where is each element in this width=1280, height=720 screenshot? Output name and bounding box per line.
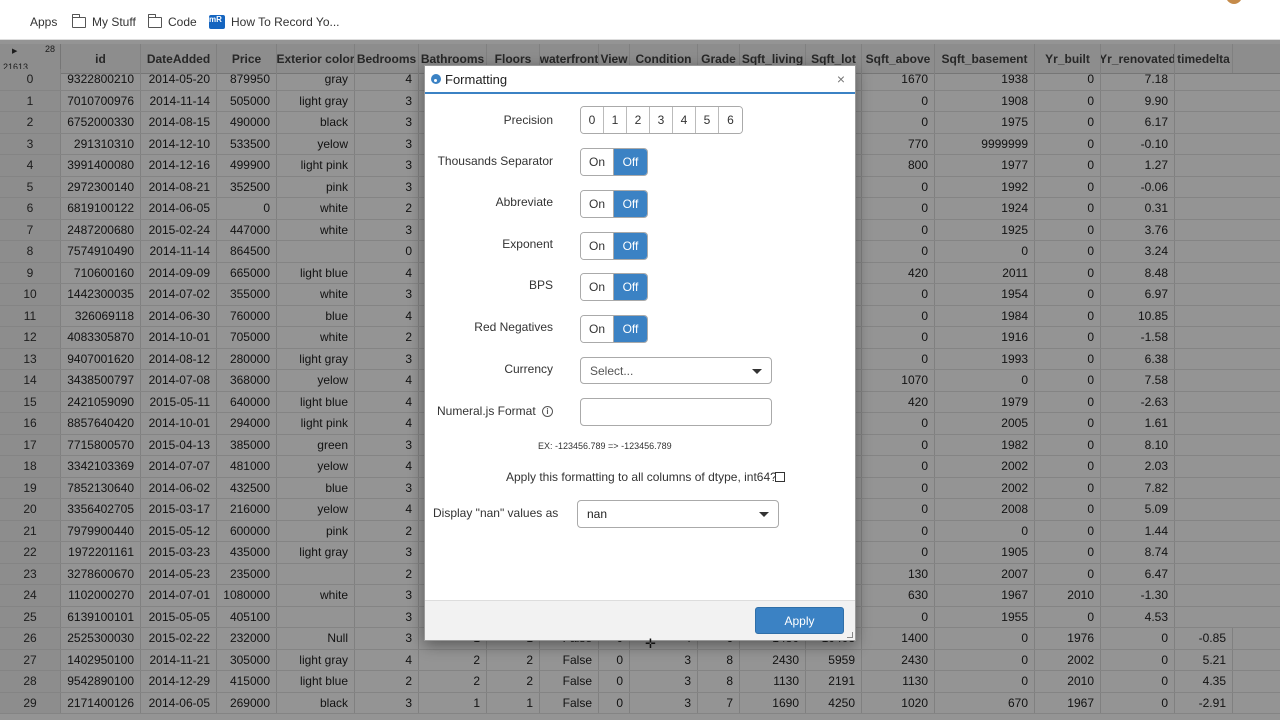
precision-option-5[interactable]: 5 bbox=[696, 107, 719, 133]
mr-logo-icon: mR bbox=[209, 15, 225, 29]
exponent-on[interactable]: On bbox=[581, 233, 614, 259]
chevron-down-icon bbox=[752, 369, 762, 374]
nan-display-select[interactable]: nan bbox=[577, 500, 779, 528]
bookmark-apps-label: Apps bbox=[30, 15, 58, 29]
nan-display-value: nan bbox=[587, 507, 608, 521]
precision-option-3[interactable]: 3 bbox=[650, 107, 673, 133]
bookmark-record-label: How To Record Yo... bbox=[231, 15, 340, 29]
precision-option-4[interactable]: 4 bbox=[673, 107, 696, 133]
precision-option-2[interactable]: 2 bbox=[627, 107, 650, 133]
apps-grid-icon bbox=[12, 16, 24, 28]
precision-option-0[interactable]: 0 bbox=[581, 107, 604, 133]
red-negatives-on[interactable]: On bbox=[581, 316, 614, 342]
precision-option-1[interactable]: 1 bbox=[604, 107, 627, 133]
currency-label: Currency bbox=[504, 362, 553, 376]
avatar[interactable] bbox=[1226, 0, 1242, 4]
thousands-separator-on[interactable]: On bbox=[581, 149, 614, 175]
thousands-separator-off[interactable]: Off bbox=[614, 149, 647, 175]
palette-icon bbox=[431, 74, 441, 84]
red-negatives-toggle: On Off bbox=[580, 315, 648, 343]
precision-group: 0123456 bbox=[580, 106, 743, 134]
info-icon[interactable]: i bbox=[542, 406, 553, 417]
bookmarks-bar: Apps My Stuff Code mR How To Record Yo..… bbox=[0, 0, 1280, 40]
move-cursor-icon: ✛ bbox=[645, 636, 656, 651]
resize-handle[interactable] bbox=[847, 632, 853, 638]
currency-select-value: Select... bbox=[590, 363, 634, 378]
red-negatives-label: Red Negatives bbox=[474, 320, 553, 334]
bookmark-code[interactable]: Code bbox=[147, 13, 197, 31]
close-button[interactable]: × bbox=[837, 71, 845, 87]
bookmark-apps[interactable]: Apps bbox=[12, 13, 57, 31]
abbreviate-off[interactable]: Off bbox=[614, 191, 647, 217]
bps-toggle: On Off bbox=[580, 273, 648, 301]
format-example: EX: -123456.789 => -123456.789 bbox=[538, 441, 672, 451]
bps-label: BPS bbox=[528, 278, 553, 292]
numeral-format-input[interactable] bbox=[580, 398, 772, 426]
bps-off[interactable]: Off bbox=[614, 274, 647, 300]
bookmark-record[interactable]: mR How To Record Yo... bbox=[209, 13, 340, 31]
folder-icon bbox=[71, 13, 86, 28]
red-negatives-off[interactable]: Off bbox=[614, 316, 647, 342]
bps-on[interactable]: On bbox=[581, 274, 614, 300]
thousands-separator-toggle: On Off bbox=[580, 148, 648, 176]
exponent-label: Exponent bbox=[502, 237, 553, 251]
numeral-format-label: Numeral.js Format bbox=[437, 404, 536, 418]
apply-all-label: Apply this formatting to all columns of … bbox=[506, 470, 777, 484]
bookmark-my-stuff[interactable]: My Stuff bbox=[71, 13, 136, 31]
abbreviate-label: Abbreviate bbox=[495, 195, 553, 209]
exponent-toggle: On Off bbox=[580, 232, 648, 260]
bookmark-my-stuff-label: My Stuff bbox=[92, 15, 136, 29]
formatting-modal: Formatting × Precision 0123456 Thousands… bbox=[424, 65, 856, 641]
thousands-separator-label: Thousands Separator bbox=[437, 154, 553, 168]
precision-option-6[interactable]: 6 bbox=[719, 107, 742, 133]
modal-title: Formatting bbox=[445, 72, 508, 87]
precision-label: Precision bbox=[503, 113, 553, 127]
apply-button[interactable]: Apply bbox=[755, 607, 844, 634]
currency-select[interactable]: Select... bbox=[580, 357, 772, 384]
chevron-down-icon bbox=[759, 512, 769, 517]
apply-all-checkbox[interactable] bbox=[775, 472, 785, 482]
abbreviate-toggle: On Off bbox=[580, 190, 648, 218]
modal-footer: Apply bbox=[425, 600, 855, 640]
nan-display-label: Display "nan" values as bbox=[433, 506, 559, 520]
bookmark-code-label: Code bbox=[168, 15, 197, 29]
folder-icon bbox=[147, 13, 162, 28]
abbreviate-on[interactable]: On bbox=[581, 191, 614, 217]
exponent-off[interactable]: Off bbox=[614, 233, 647, 259]
modal-header[interactable]: Formatting × bbox=[425, 66, 855, 94]
